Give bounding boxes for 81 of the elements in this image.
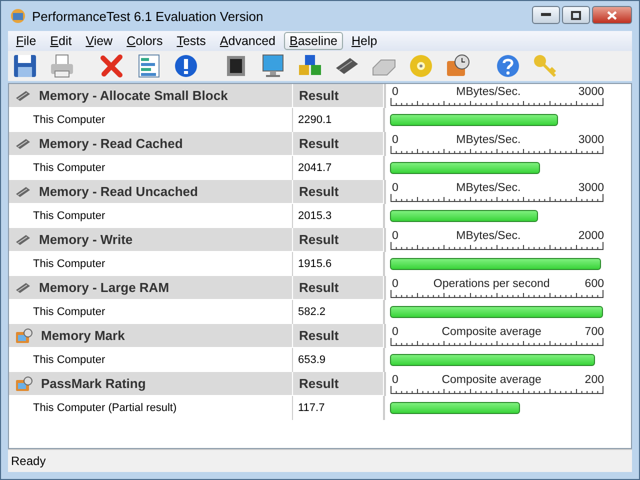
- menu-item[interactable]: File: [10, 32, 42, 50]
- gauge-icon: [15, 328, 33, 344]
- status-text: Ready: [11, 454, 46, 468]
- save-icon[interactable]: [12, 53, 38, 79]
- computer-name: This Computer (Partial result): [33, 402, 177, 414]
- chart-icon[interactable]: [136, 53, 162, 79]
- computer-name: This Computer: [33, 306, 106, 318]
- test-title: Memory - Read Uncached: [39, 184, 198, 199]
- result-value: 117.7: [298, 402, 325, 414]
- gauge-icon: [15, 376, 33, 392]
- monitor-icon[interactable]: [260, 53, 286, 79]
- scale-max: 3000: [578, 86, 604, 98]
- computer-name: This Computer: [33, 258, 106, 270]
- test-title: Memory - Large RAM: [39, 280, 170, 295]
- maximize-button[interactable]: [562, 6, 590, 24]
- scale-max: 700: [584, 326, 604, 338]
- memory-icon: [15, 234, 31, 246]
- test-title: Memory Mark: [41, 328, 125, 343]
- test-title: PassMark Rating: [41, 376, 146, 391]
- result-header: Result: [299, 232, 339, 247]
- menu-item[interactable]: Advanced: [214, 32, 282, 50]
- scale-min: 0: [392, 86, 398, 98]
- test-title: Memory - Write: [39, 232, 133, 247]
- computer-name: This Computer: [33, 210, 106, 222]
- scale-unit: MBytes/Sec.: [456, 182, 521, 194]
- memory-icon: [15, 138, 31, 150]
- scale-min: 0: [392, 182, 398, 194]
- scale-unit: Operations per second: [433, 278, 550, 290]
- computer-name: This Computer: [33, 162, 106, 174]
- scale-max: 200: [584, 374, 604, 386]
- computer-name: This Computer: [33, 354, 106, 366]
- result-value: 2015.3: [298, 210, 332, 222]
- clock-icon[interactable]: [445, 53, 471, 79]
- scale-unit: MBytes/Sec.: [456, 86, 521, 98]
- scale-min: 0: [392, 230, 398, 242]
- result-header: Result: [299, 136, 339, 151]
- close-button[interactable]: [592, 6, 632, 24]
- minimize-button[interactable]: [532, 6, 560, 24]
- scale-min: 0: [392, 134, 398, 146]
- scale-max: 600: [584, 278, 604, 290]
- minimize-icon: [541, 13, 551, 17]
- scale-max: 3000: [578, 134, 604, 146]
- scale-max: 3000: [578, 182, 604, 194]
- result-value: 2041.7: [298, 162, 332, 174]
- scale-min: 0: [392, 278, 398, 290]
- menu-item[interactable]: Baseline: [284, 32, 344, 50]
- scale-unit: MBytes/Sec.: [456, 134, 521, 146]
- menu-item[interactable]: View: [80, 32, 119, 50]
- result-header: Result: [299, 280, 339, 295]
- computer-name: This Computer: [33, 114, 106, 126]
- result-value: 582.2: [298, 306, 326, 318]
- printer-icon[interactable]: [49, 53, 75, 79]
- result-value: 1915.6: [298, 258, 332, 270]
- scale-min: 0: [392, 326, 398, 338]
- scale-max: 2000: [578, 230, 604, 242]
- scale-unit: Composite average: [442, 374, 542, 386]
- scale-unit: Composite average: [442, 326, 542, 338]
- maximize-icon: [571, 10, 581, 20]
- menu-item[interactable]: Tests: [170, 32, 212, 50]
- result-header: Result: [299, 328, 339, 343]
- test-title: Memory - Read Cached: [39, 136, 183, 151]
- result-header: Result: [299, 184, 339, 199]
- info-icon[interactable]: [173, 53, 199, 79]
- help-icon[interactable]: [495, 53, 521, 79]
- menu-item[interactable]: Edit: [44, 32, 78, 50]
- app-icon: [10, 8, 26, 24]
- memory-icon: [15, 90, 31, 102]
- window-title: PerformanceTest 6.1 Evaluation Version: [32, 8, 264, 24]
- menu-item[interactable]: Help: [345, 32, 384, 50]
- result-header: Result: [299, 376, 339, 391]
- result-header: Result: [299, 88, 339, 103]
- delete-icon[interactable]: [99, 53, 125, 79]
- scale-unit: MBytes/Sec.: [456, 230, 521, 242]
- result-value: 653.9: [298, 354, 326, 366]
- memory-icon: [15, 186, 31, 198]
- scale-min: 0: [392, 374, 398, 386]
- memory-icon: [15, 282, 31, 294]
- result-value: 2290.1: [298, 114, 332, 126]
- test-title: Memory - Allocate Small Block: [39, 88, 228, 103]
- menu-item[interactable]: Colors: [120, 32, 169, 50]
- close-icon: [607, 10, 617, 20]
